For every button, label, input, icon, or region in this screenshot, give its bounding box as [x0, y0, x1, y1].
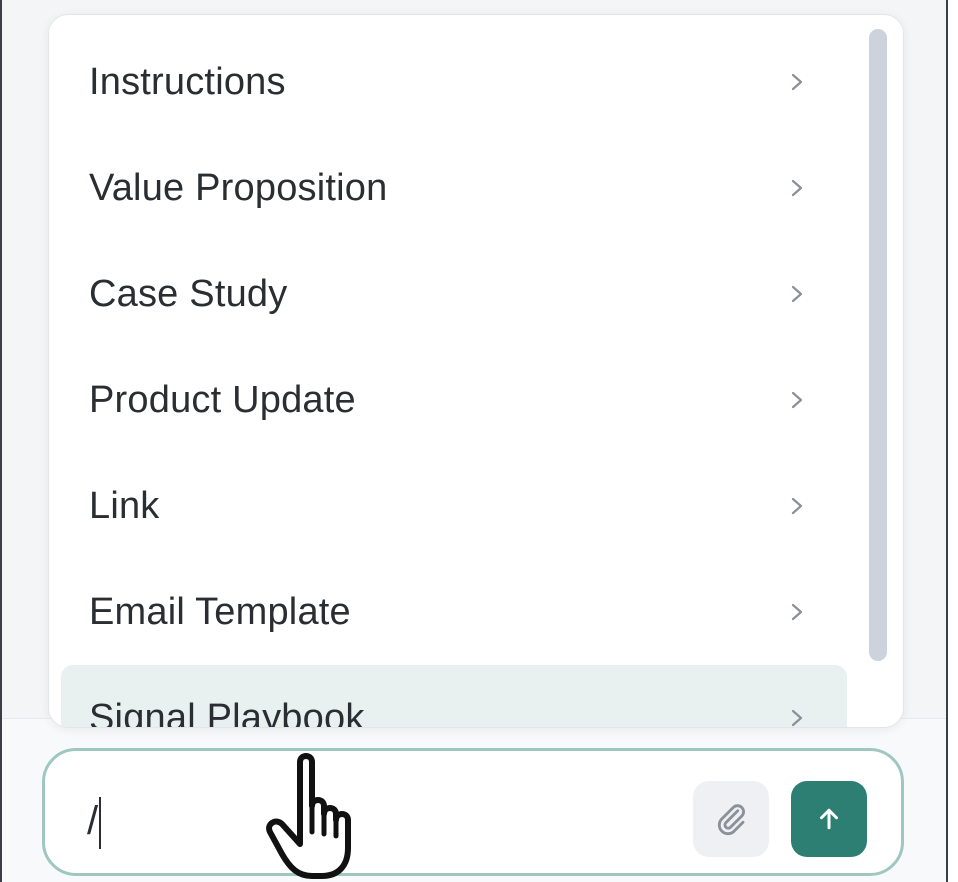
arrow-up-icon [820, 808, 838, 830]
menu-item-email-template[interactable]: Email Template [49, 559, 849, 665]
attach-button[interactable] [693, 781, 769, 857]
menu-item-label: Value Proposition [89, 166, 388, 209]
chevron-right-icon [791, 391, 803, 409]
chevron-right-icon [791, 497, 803, 515]
chevron-right-icon [791, 285, 803, 303]
text-caret [99, 797, 101, 849]
menu-item-label: Signal Playbook [89, 696, 365, 728]
paperclip-icon [717, 804, 745, 836]
menu-item-label: Product Update [89, 378, 356, 421]
message-input[interactable]: / [42, 748, 904, 876]
chevron-right-icon [791, 603, 803, 621]
menu-item-product-update[interactable]: Product Update [49, 347, 849, 453]
menu-item-label: Email Template [89, 590, 351, 633]
menu-item-case-study[interactable]: Case Study [49, 241, 849, 347]
chevron-right-icon [791, 73, 803, 91]
menu-item-instructions[interactable]: Instructions [49, 29, 849, 135]
menu-item-label: Link [89, 484, 160, 527]
send-button[interactable] [791, 781, 867, 857]
menu-item-label: Case Study [89, 272, 288, 315]
menu-item-link[interactable]: Link [49, 453, 849, 559]
menu-item-value-proposition[interactable]: Value Proposition [49, 135, 849, 241]
chevron-right-icon [791, 709, 803, 727]
chevron-right-icon [791, 179, 803, 197]
menu-scrollbar[interactable] [869, 29, 887, 661]
slash-command-menu: Instructions Value Proposition Case Stud… [48, 14, 904, 728]
menu-item-signal-playbook[interactable]: Signal Playbook [61, 665, 847, 728]
message-input-value: / [87, 799, 99, 843]
menu-item-label: Instructions [89, 60, 286, 103]
window-edge [948, 0, 958, 882]
